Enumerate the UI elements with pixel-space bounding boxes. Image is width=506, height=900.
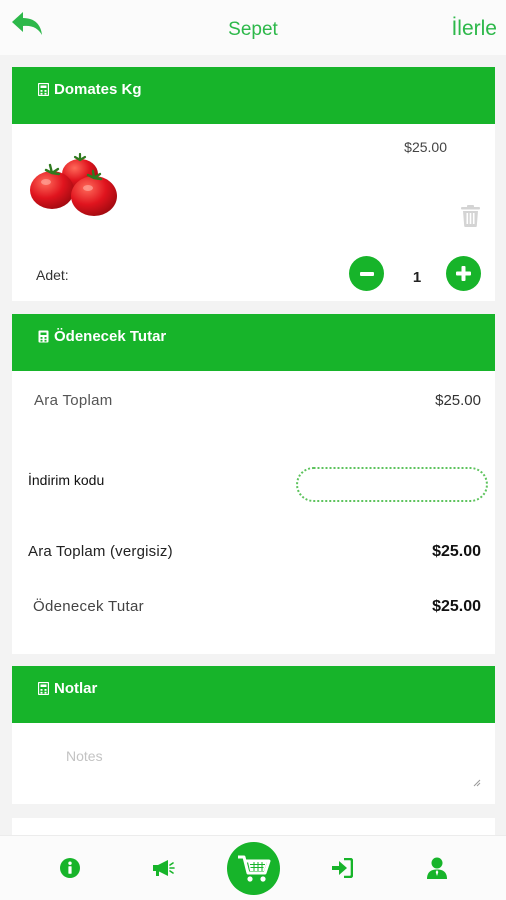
nav-campaigns-button[interactable] <box>152 856 176 880</box>
plus-icon <box>456 266 471 281</box>
minus-icon <box>359 271 374 276</box>
quantity-value: 1 <box>412 269 422 286</box>
user-icon <box>427 857 447 879</box>
totals-title: Ödenecek Tutar <box>54 328 167 345</box>
resize-grip-icon[interactable] <box>473 779 481 787</box>
payable-value: $25.00 <box>432 598 481 615</box>
decrease-quantity-button[interactable] <box>349 256 384 291</box>
product-card-header: Domates Kg <box>12 67 495 124</box>
calculator-icon <box>38 83 49 96</box>
quantity-label: Adet: <box>36 267 69 283</box>
net-subtotal-value: $25.00 <box>432 543 481 560</box>
bottom-navigation <box>0 835 506 900</box>
product-image <box>30 152 117 216</box>
payable-label: Ödenecek Tutar <box>33 598 144 615</box>
net-subtotal-label: Ara Toplam (vergisiz) <box>28 543 173 560</box>
top-bar: Sepet İlerle <box>0 0 506 55</box>
discount-code-input[interactable] <box>296 467 488 502</box>
notes-card-header: Notlar <box>12 666 495 723</box>
totals-card: Ödenecek Tutar Ara Toplam $25.00 İndirim… <box>12 314 495 654</box>
sign-in-icon <box>332 858 353 878</box>
notes-title: Notlar <box>54 680 98 697</box>
next-button[interactable]: İlerle <box>451 17 497 41</box>
nav-login-button[interactable] <box>330 856 354 880</box>
megaphone-icon <box>153 860 175 876</box>
increase-quantity-button[interactable] <box>446 256 481 291</box>
subtotal-label: Ara Toplam <box>34 392 113 409</box>
page-title: Sepet <box>228 19 278 40</box>
info-icon <box>60 858 80 878</box>
product-card: Domates Kg $25.00 Adet: 1 <box>12 67 495 301</box>
product-name: Domates Kg <box>54 81 142 98</box>
calculator-icon <box>38 682 49 695</box>
cart-icon <box>237 855 270 882</box>
product-price: $25.00 <box>404 139 447 155</box>
notes-textarea[interactable] <box>26 738 483 788</box>
subtotal-value: $25.00 <box>435 392 481 409</box>
calculator-icon <box>38 330 49 343</box>
trash-icon <box>461 205 480 227</box>
delete-button[interactable] <box>461 205 480 227</box>
nav-cart-button[interactable] <box>227 842 280 895</box>
notes-card: Notlar <box>12 666 495 804</box>
nav-profile-button[interactable] <box>425 856 449 880</box>
totals-card-header: Ödenecek Tutar <box>12 314 495 371</box>
discount-code-label: İndirim kodu <box>28 472 105 488</box>
nav-info-button[interactable] <box>58 856 82 880</box>
